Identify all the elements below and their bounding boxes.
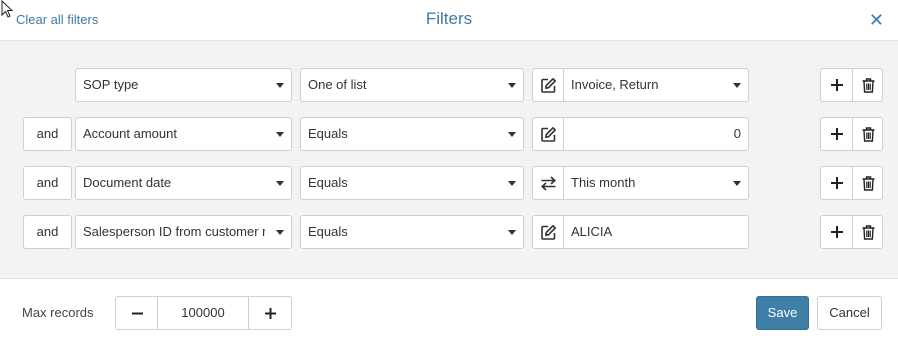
edit-icon — [541, 225, 556, 240]
value-select[interactable]: Invoice, Return — [563, 68, 749, 102]
delete-filter-button[interactable] — [852, 117, 883, 151]
value-select-value: This month — [571, 175, 636, 190]
field-select[interactable]: SOP type — [75, 68, 292, 102]
dialog-header: Clear all filters Filters ✕ — [0, 0, 898, 41]
conjunction-button[interactable]: and — [23, 166, 72, 200]
edit-icon — [541, 127, 556, 142]
add-filter-button[interactable] — [820, 166, 853, 200]
trash-icon — [862, 176, 875, 191]
plus-icon — [831, 177, 843, 189]
field-select[interactable]: Salesperson ID from customer m — [75, 215, 292, 249]
save-button[interactable]: Save — [756, 296, 809, 330]
plus-icon — [831, 226, 843, 238]
dialog-title: Filters — [425, 9, 473, 28]
swap-icon — [541, 176, 556, 191]
chevron-down-icon — [276, 230, 284, 235]
operator-select[interactable]: Equals — [300, 166, 524, 200]
field-select-value: SOP type — [83, 77, 139, 92]
filter-row: and Account amount Equals 0 — [0, 117, 898, 151]
operator-select-value: Equals — [308, 175, 348, 190]
chevron-down-icon — [508, 132, 516, 137]
add-filter-button[interactable] — [820, 117, 853, 151]
chevron-down-icon — [276, 181, 284, 186]
value-input[interactable]: 0 — [563, 117, 749, 151]
trash-icon — [862, 78, 875, 93]
value-input[interactable]: ALICIA — [563, 215, 749, 249]
chevron-down-icon — [733, 181, 741, 186]
operator-select-value: Equals — [308, 126, 348, 141]
operator-select[interactable]: Equals — [300, 117, 524, 151]
conjunction-button[interactable]: and — [23, 215, 72, 249]
max-records-input[interactable]: 100000 — [157, 296, 249, 330]
edit-icon — [541, 78, 556, 93]
trash-icon — [862, 127, 875, 142]
value-select-value: Invoice, Return — [571, 77, 659, 92]
decrement-button[interactable] — [115, 296, 158, 330]
field-select-value: Account amount — [83, 126, 177, 141]
trash-icon — [862, 225, 875, 240]
field-select-value: Salesperson ID from customer m — [83, 224, 265, 239]
operator-select-value: One of list — [308, 77, 367, 92]
conjunction-button[interactable]: and — [23, 117, 72, 151]
operator-select[interactable]: Equals — [300, 215, 524, 249]
max-records-label: Max records — [22, 305, 94, 320]
cancel-button[interactable]: Cancel — [817, 296, 882, 330]
field-select[interactable]: Account amount — [75, 117, 292, 151]
filter-row: SOP type One of list Invoice, Return — [0, 68, 898, 102]
relative-mode-button[interactable] — [532, 166, 564, 200]
chevron-down-icon — [276, 83, 284, 88]
filter-row: and Salesperson ID from customer m Equal… — [0, 215, 898, 249]
edit-mode-button[interactable] — [532, 215, 564, 249]
operator-select-value: Equals — [308, 224, 348, 239]
minus-icon — [132, 312, 143, 315]
add-filter-button[interactable] — [820, 215, 853, 249]
chevron-down-icon — [508, 83, 516, 88]
chevron-down-icon — [276, 132, 284, 137]
chevron-down-icon — [508, 230, 516, 235]
value-select[interactable]: This month — [563, 166, 749, 200]
field-select[interactable]: Document date — [75, 166, 292, 200]
filter-rows-panel: SOP type One of list Invoice, Return and… — [0, 41, 898, 279]
close-icon[interactable]: ✕ — [869, 10, 884, 31]
edit-mode-button[interactable] — [532, 68, 564, 102]
plus-icon — [831, 128, 843, 140]
chevron-down-icon — [733, 83, 741, 88]
operator-select[interactable]: One of list — [300, 68, 524, 102]
increment-button[interactable] — [248, 296, 292, 330]
filter-row: and Document date Equals This month — [0, 166, 898, 200]
edit-mode-button[interactable] — [532, 117, 564, 151]
plus-icon — [831, 79, 843, 91]
field-select-value: Document date — [83, 175, 172, 190]
delete-filter-button[interactable] — [852, 68, 883, 102]
delete-filter-button[interactable] — [852, 215, 883, 249]
plus-icon — [265, 308, 276, 319]
chevron-down-icon — [508, 181, 516, 186]
delete-filter-button[interactable] — [852, 166, 883, 200]
add-filter-button[interactable] — [820, 68, 853, 102]
